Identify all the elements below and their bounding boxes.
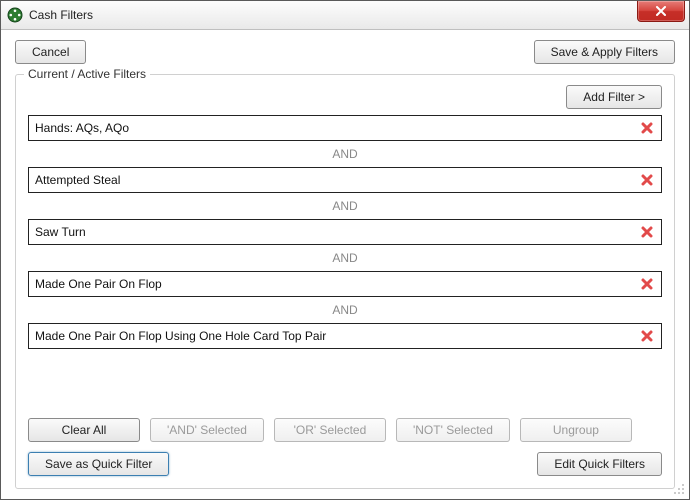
remove-filter-icon[interactable]	[639, 224, 655, 240]
resize-grip[interactable]	[673, 483, 685, 495]
save-quick-filter-button[interactable]: Save as Quick Filter	[28, 452, 169, 476]
filter-connector: AND	[28, 193, 662, 219]
quick-filter-row: Save as Quick Filter Edit Quick Filters	[28, 452, 662, 476]
filter-item[interactable]: Saw Turn	[28, 219, 662, 245]
add-filter-row: Add Filter >	[28, 85, 662, 109]
ungroup-button[interactable]: Ungroup	[520, 418, 632, 442]
filter-connector: AND	[28, 141, 662, 167]
add-filter-button[interactable]: Add Filter >	[566, 85, 662, 109]
spacer	[179, 452, 527, 476]
app-icon	[7, 7, 23, 23]
remove-filter-icon[interactable]	[639, 120, 655, 136]
top-button-row: Cancel Save & Apply Filters	[15, 40, 675, 64]
client-area: Cancel Save & Apply Filters Current / Ac…	[1, 30, 689, 499]
window: Cash Filters Cancel Save & Apply Filters…	[0, 0, 690, 500]
filters-list: Hands: AQs, AQo AND Attempted Steal AND Saw …	[28, 115, 662, 408]
close-button[interactable]	[637, 1, 685, 22]
filter-label: Hands: AQs, AQo	[35, 121, 129, 135]
window-title: Cash Filters	[29, 8, 93, 22]
filter-label: Made One Pair On Flop Using One Hole Car…	[35, 329, 326, 343]
and-selected-button[interactable]: 'AND' Selected	[150, 418, 264, 442]
remove-filter-icon[interactable]	[639, 172, 655, 188]
filter-item[interactable]: Made One Pair On Flop Using One Hole Car…	[28, 323, 662, 349]
filter-connector: AND	[28, 245, 662, 271]
clear-all-button[interactable]: Clear All	[28, 418, 140, 442]
filter-item[interactable]: Hands: AQs, AQo	[28, 115, 662, 141]
selection-ops-row: Clear All 'AND' Selected 'OR' Selected '…	[28, 418, 662, 442]
remove-filter-icon[interactable]	[639, 276, 655, 292]
edit-quick-filters-button[interactable]: Edit Quick Filters	[537, 452, 662, 476]
cancel-button[interactable]: Cancel	[15, 40, 86, 64]
filter-label: Saw Turn	[35, 225, 86, 239]
save-apply-button[interactable]: Save & Apply Filters	[534, 40, 675, 64]
filter-item[interactable]: Made One Pair On Flop	[28, 271, 662, 297]
filter-item[interactable]: Attempted Steal	[28, 167, 662, 193]
or-selected-button[interactable]: 'OR' Selected	[274, 418, 386, 442]
not-selected-button[interactable]: 'NOT' Selected	[396, 418, 510, 442]
group-legend: Current / Active Filters	[24, 67, 150, 81]
filter-label: Made One Pair On Flop	[35, 277, 162, 291]
titlebar: Cash Filters	[1, 1, 689, 30]
filter-label: Attempted Steal	[35, 173, 120, 187]
filter-connector: AND	[28, 297, 662, 323]
active-filters-group: Current / Active Filters Add Filter > Ha…	[15, 74, 675, 489]
remove-filter-icon[interactable]	[639, 328, 655, 344]
